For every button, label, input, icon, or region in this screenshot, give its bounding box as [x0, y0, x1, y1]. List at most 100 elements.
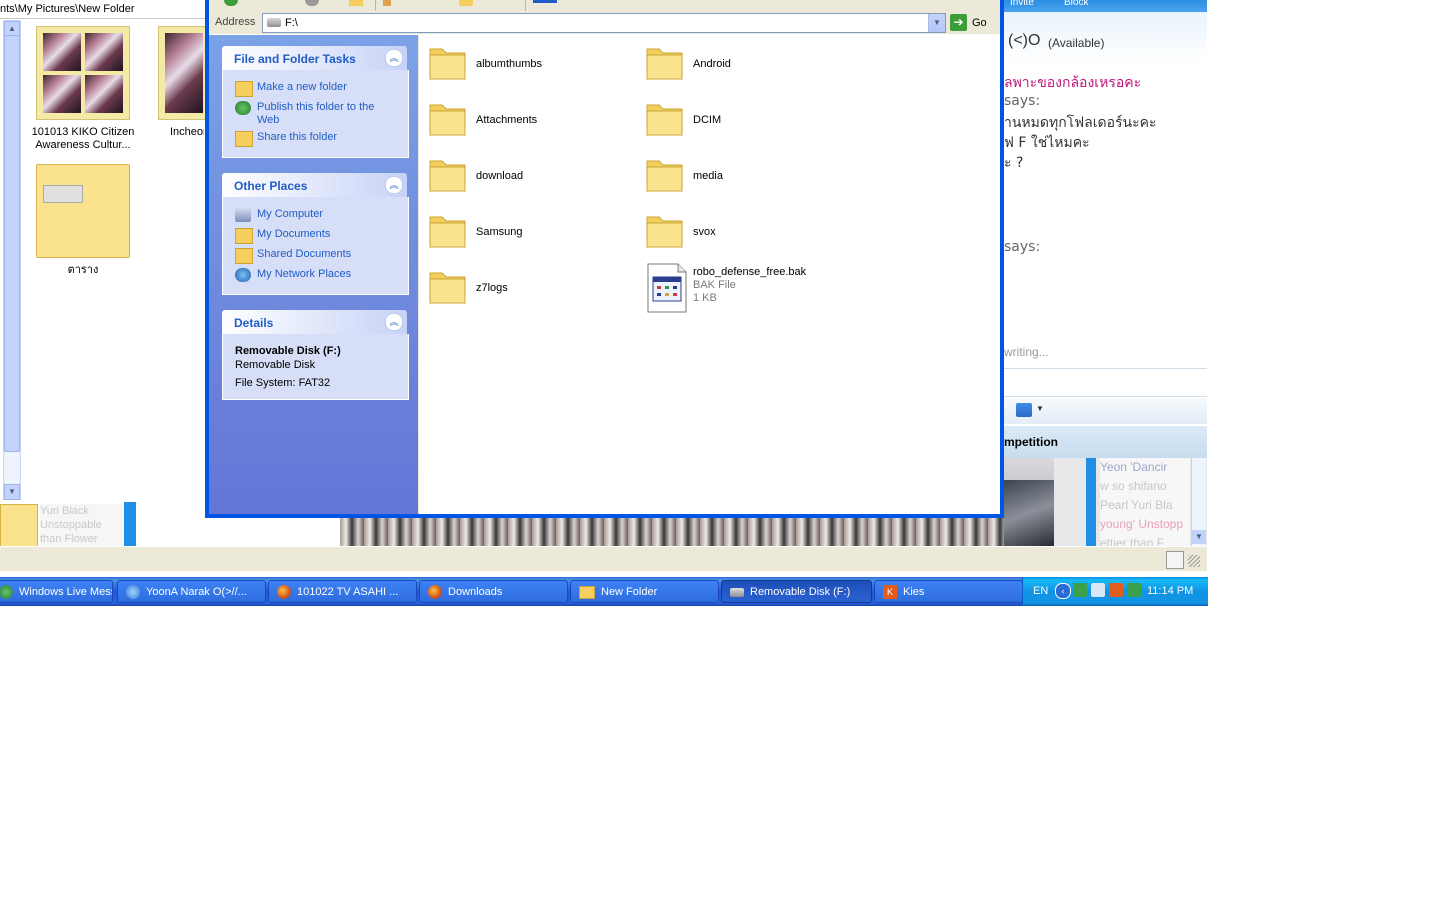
taskbar-button-label: 101022 TV ASAHI ...	[297, 586, 399, 598]
messenger-top-bar: Invite Block	[1004, 0, 1207, 12]
file-name: albumthumbs	[476, 58, 543, 70]
my-documents-link[interactable]: My Documents	[257, 228, 330, 241]
block-link[interactable]: Block	[1064, 0, 1088, 8]
messenger-header: (<)O (Available)	[1004, 12, 1207, 62]
ad-scrollbar[interactable]: ▼	[1191, 458, 1206, 546]
tasks-panel-header[interactable]: File and Folder Tasks ︽	[222, 46, 407, 70]
my-documents-icon	[235, 228, 253, 244]
folder-icon	[646, 216, 683, 248]
pen-icon[interactable]	[1166, 551, 1184, 569]
chat-sender-line: says:	[1004, 239, 1041, 255]
search-icon[interactable]	[383, 0, 391, 6]
folder-item-samsung[interactable]: Samsung	[428, 211, 628, 251]
views-icon[interactable]	[533, 0, 557, 3]
folder-item-media[interactable]: media	[645, 155, 845, 195]
ad-image-area[interactable]: Yeon 'Dancir w so shifano Pearl Yuri Bla…	[1004, 458, 1207, 546]
messenger-conversation-window[interactable]: Invite Block (<)O (Available) ลพาะของกล้…	[1004, 0, 1207, 546]
up-folder-icon[interactable]	[349, 0, 363, 6]
divider	[1004, 396, 1207, 397]
go-arrow-icon: ➔	[950, 14, 967, 31]
folder-icon	[429, 160, 466, 192]
folder-item-svox[interactable]: svox	[645, 211, 845, 251]
file-size: 1 KB	[693, 292, 717, 304]
chat-line: านหมดทุกโฟลเดอร์นะคะ	[1004, 115, 1157, 131]
collapse-chevron-icon[interactable]: ︽	[385, 49, 403, 67]
my-computer-link[interactable]: My Computer	[257, 208, 323, 221]
file-name: Android	[693, 58, 731, 70]
chevron-down-icon[interactable]: ▼	[1036, 404, 1044, 413]
shared-documents-icon	[235, 248, 253, 264]
taskbar-button-downloads[interactable]: Downloads	[419, 580, 568, 603]
my-network-places-link[interactable]: My Network Places	[257, 268, 351, 281]
clock[interactable]: 11:14 PM	[1147, 585, 1193, 597]
taskbar-button-chat[interactable]: YoonA Narak O(>//...	[117, 580, 266, 603]
drive-icon	[730, 587, 744, 597]
messenger-tray-icon[interactable]	[1127, 583, 1141, 597]
address-dropdown-icon[interactable]: ▼	[928, 14, 945, 32]
background-explorer-window[interactable]: nts\My Pictures\New Folder ▲ ▼ 101013 KI…	[0, 0, 208, 502]
chat-line: ลพาะของกล้องเหรอคะ	[1004, 75, 1142, 91]
file-list-area[interactable]: albumthumbs Android Attachments DCIM dow…	[419, 35, 1000, 514]
folder-item-albumthumbs[interactable]: albumthumbs	[428, 43, 628, 83]
folder-item-android[interactable]: Android	[645, 43, 845, 83]
collapse-chevron-icon[interactable]: ︽	[385, 176, 403, 194]
taskbar-button-label: Removable Disk (F:)	[750, 586, 851, 598]
ad-title[interactable]: mpetition	[1004, 426, 1207, 458]
taskbar-button-removable-disk[interactable]: Removable Disk (F:)	[721, 580, 872, 603]
photo-item-label: Incheon (100	[170, 126, 204, 138]
folder-icon	[646, 104, 683, 136]
file-name: Attachments	[476, 114, 538, 126]
taskbar-button-messenger[interactable]: Windows Live Mess...	[0, 580, 113, 603]
folder-item-download[interactable]: download	[428, 155, 628, 195]
background-address-path: nts\My Pictures\New Folder	[0, 0, 206, 19]
chat-sender-line: says:	[1004, 93, 1041, 109]
file-item-robo-defense-bak[interactable]: robo_defense_free.bak BAK File 1 KB	[645, 263, 845, 313]
address-value: F:\	[285, 17, 298, 29]
network-tray-icon[interactable]	[1073, 583, 1087, 597]
details-panel-header[interactable]: Details ︽	[222, 310, 407, 334]
taskbar-button-new-folder[interactable]: New Folder	[570, 580, 719, 603]
forward-icon[interactable]	[305, 0, 319, 6]
folder-item-dcim[interactable]: DCIM	[645, 99, 845, 139]
kies-tray-icon[interactable]	[1109, 583, 1123, 597]
places-panel-header[interactable]: Other Places ︽	[222, 173, 407, 197]
file-name: z7logs	[476, 282, 508, 294]
background-scrollbar-thumb[interactable]	[4, 35, 20, 452]
typing-indicator: writing...	[1004, 345, 1049, 359]
file-name: media	[693, 170, 723, 182]
shared-documents-link[interactable]: Shared Documents	[257, 248, 351, 261]
show-hidden-icons-chevron-icon[interactable]: ‹	[1055, 583, 1071, 599]
taskbar-button-kies[interactable]: K Kies	[874, 580, 1023, 603]
share-folder-link[interactable]: Share this folder	[257, 131, 337, 144]
messenger-chat-icon	[126, 585, 140, 600]
share-icon[interactable]	[1016, 403, 1032, 417]
details-filesystem: File System: FAT32	[235, 377, 331, 389]
address-input[interactable]: F:\ ▼	[262, 13, 946, 33]
resize-grip-icon[interactable]	[1188, 555, 1200, 567]
make-new-folder-link[interactable]: Make a new folder	[257, 81, 347, 94]
address-bar: Address F:\ ▼ ➔ Go	[209, 11, 1001, 35]
folders-icon[interactable]	[459, 0, 473, 6]
background-folder-item[interactable]: ตาราง	[28, 164, 138, 277]
scroll-down-arrow-icon[interactable]: ▼	[4, 484, 20, 500]
folder-item-attachments[interactable]: Attachments	[428, 99, 628, 139]
background-window-bottom: Yuri Black Unstoppable than Flower	[0, 502, 206, 548]
photo-item-label: 101013 KIKO Citizen Awareness Cultur...	[31, 126, 135, 151]
file-type: BAK File	[693, 279, 736, 291]
publish-folder-link[interactable]: Publish this folder to the Web	[257, 101, 397, 127]
language-indicator[interactable]: EN	[1033, 585, 1048, 597]
taskbar-button-firefox-asahi[interactable]: 101022 TV ASAHI ...	[268, 580, 417, 603]
firefox-icon	[277, 585, 291, 600]
folder-icon	[646, 160, 683, 192]
chat-line: ฟ F ใช่ไหมคะ	[1004, 135, 1090, 151]
collapse-chevron-icon[interactable]: ︽	[385, 313, 403, 331]
wireless-tray-icon[interactable]	[1091, 583, 1105, 597]
news-photo-strip	[340, 518, 1055, 546]
go-button[interactable]: ➔ Go	[950, 13, 990, 33]
photo-thumbnail	[158, 26, 208, 120]
drive-icon	[267, 18, 281, 27]
background-photo-item[interactable]: 101013 KIKO Citizen Awareness Cultur...	[28, 26, 138, 152]
invite-link[interactable]: Invite	[1010, 0, 1034, 8]
folder-item-z7logs[interactable]: z7logs	[428, 267, 628, 307]
back-icon[interactable]	[224, 0, 238, 6]
